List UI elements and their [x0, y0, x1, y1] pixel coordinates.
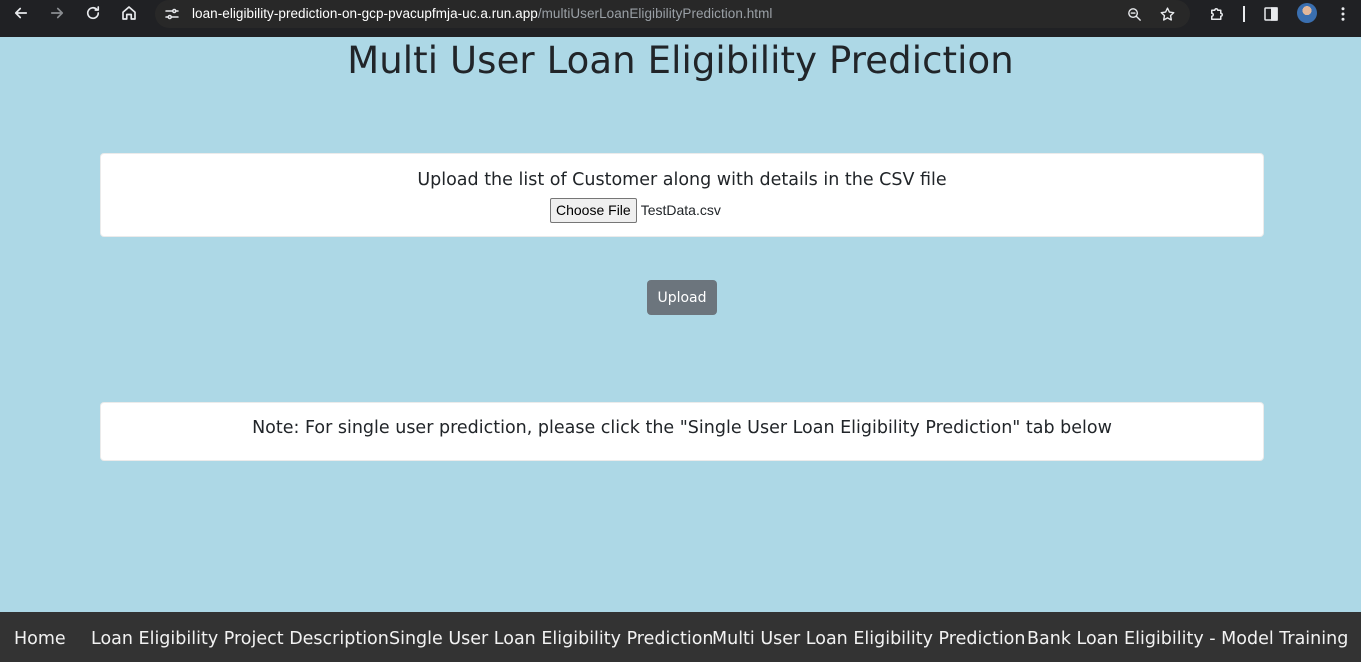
zoom-icon[interactable]: [1123, 3, 1145, 25]
nav-item-home[interactable]: Home: [14, 629, 66, 649]
note-card: Note: For single user prediction, please…: [100, 402, 1264, 461]
url-text: loan-eligibility-prediction-on-gcp-pvacu…: [192, 6, 772, 21]
menu-icon[interactable]: [1331, 2, 1355, 26]
toolbar-divider: [1243, 6, 1245, 22]
address-bar[interactable]: loan-eligibility-prediction-on-gcp-pvacu…: [155, 0, 1190, 28]
upload-card: Upload the list of Customer along with d…: [100, 153, 1264, 237]
nav-item-model-training[interactable]: Bank Loan Eligibility - Model Training: [1027, 629, 1348, 649]
page-title: Multi User Loan Eligibility Prediction: [347, 39, 1014, 82]
back-icon[interactable]: [9, 1, 33, 25]
upload-heading: Upload the list of Customer along with d…: [417, 170, 947, 190]
bookmark-star-icon[interactable]: [1156, 3, 1178, 25]
forward-icon[interactable]: [45, 1, 69, 25]
nav-item-multi-user-prediction[interactable]: Multi User Loan Eligibility Prediction: [712, 629, 1025, 649]
bottom-nav: Home Loan Eligibility Project Descriptio…: [0, 612, 1361, 662]
url-path: /multiUserLoanEligibilityPrediction.html: [537, 6, 773, 21]
profile-avatar[interactable]: [1297, 3, 1317, 23]
extensions-icon[interactable]: [1205, 2, 1229, 26]
browser-toolbar: loan-eligibility-prediction-on-gcp-pvacu…: [0, 0, 1361, 37]
url-host: loan-eligibility-prediction-on-gcp-pvacu…: [192, 6, 538, 21]
side-panel-icon[interactable]: [1259, 2, 1283, 26]
selected-file-name: TestData.csv: [640, 202, 721, 218]
note-text: Note: For single user prediction, please…: [252, 418, 1112, 438]
reload-icon[interactable]: [81, 1, 105, 25]
upload-button[interactable]: Upload: [647, 280, 717, 315]
nav-item-single-user-prediction[interactable]: Single User Loan Eligibility Prediction: [389, 629, 714, 649]
site-settings-icon[interactable]: [163, 5, 181, 23]
file-input: Choose File TestData.csv: [550, 197, 721, 223]
home-icon[interactable]: [117, 1, 141, 25]
choose-file-button[interactable]: Choose File: [550, 197, 637, 223]
nav-item-project-description[interactable]: Loan Eligibility Project Description: [91, 629, 389, 649]
